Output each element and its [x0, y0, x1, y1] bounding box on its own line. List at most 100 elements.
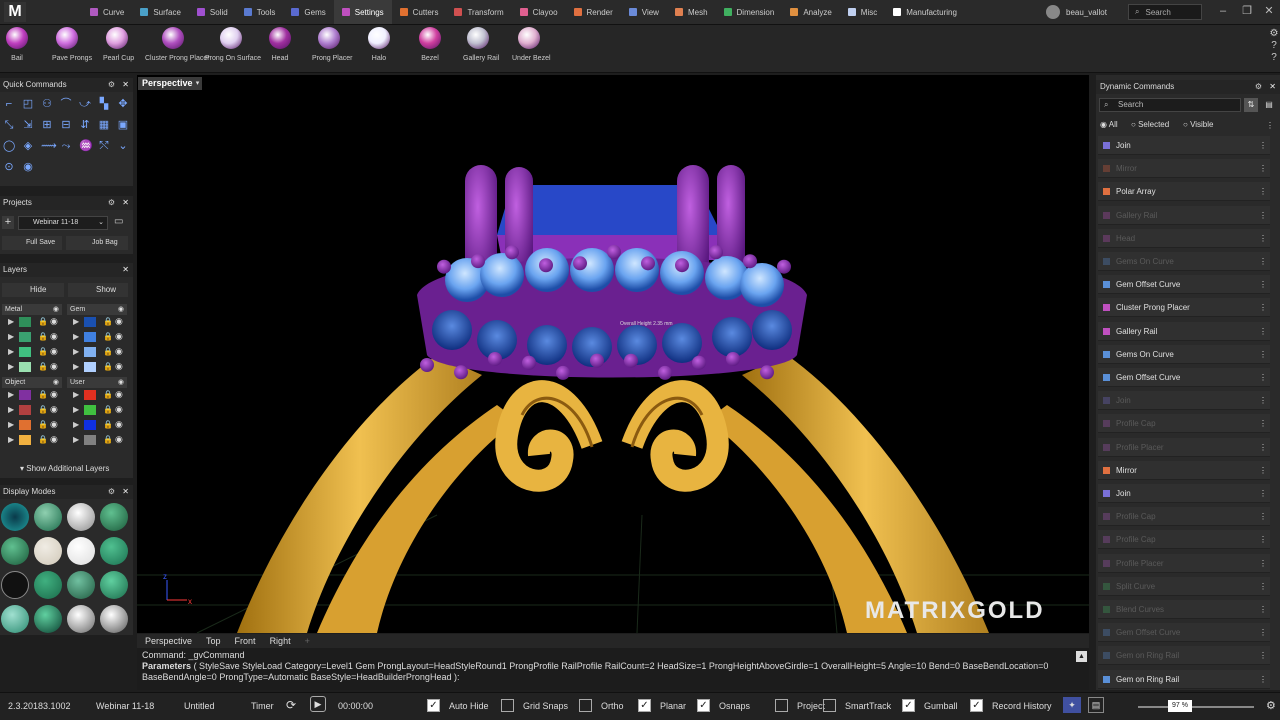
close-icon[interactable]: ✕ — [122, 485, 129, 499]
layer-row[interactable]: ▶ 🔒 ◉ — [67, 404, 129, 416]
expand-icon[interactable]: ▶ — [8, 405, 14, 414]
more-icon[interactable]: ⋮ — [1259, 623, 1267, 642]
expand-icon[interactable]: ▶ — [8, 390, 14, 399]
more-icon[interactable]: ⋮ — [1259, 530, 1267, 549]
lock-icon[interactable]: 🔒 — [103, 405, 113, 414]
dynamic-command-item[interactable]: Gem on Ring Rail ⋮ — [1098, 669, 1270, 689]
layer-color-swatch[interactable] — [19, 332, 31, 342]
lock-icon[interactable]: 🔒 — [38, 390, 48, 399]
layer-color-swatch[interactable] — [19, 435, 31, 445]
eye-icon[interactable]: ◉ — [115, 361, 123, 372]
viewport-tab-front[interactable]: Front — [235, 636, 256, 646]
folder-icon[interactable]: ▭ — [114, 216, 128, 229]
project-select[interactable]: Webinar 11-18 ⌄ — [18, 216, 108, 230]
quick-command-icon[interactable]: ⤲ — [98, 140, 110, 152]
search-box[interactable]: ⌕ Search — [1128, 4, 1202, 20]
more-icon[interactable]: ⋮ — [1259, 600, 1267, 619]
lock-icon[interactable]: 🔒 — [103, 332, 113, 341]
display-mode-swatch[interactable] — [1, 605, 29, 633]
layer-color-swatch[interactable] — [84, 362, 96, 372]
layer-row[interactable]: ▶ 🔒 ◉ — [67, 434, 129, 446]
full-save-button[interactable]: Full Save — [2, 236, 62, 250]
quick-command-icon[interactable]: ♒ — [79, 140, 93, 152]
expand-icon[interactable]: ▶ — [73, 405, 79, 414]
more-icon[interactable]: ⋮ — [1259, 136, 1267, 155]
quick-command-icon[interactable]: ⤡ — [3, 119, 15, 131]
project-checkbox[interactable] — [775, 699, 788, 712]
display-mode-swatch[interactable] — [1, 503, 29, 531]
gear-icon[interactable]: ⚙ — [108, 196, 115, 210]
prong-placer-button[interactable]: Prong Placer — [312, 27, 352, 71]
tab-analyze[interactable]: Analyze — [782, 0, 839, 24]
layer-row[interactable]: ▶ 🔒 ◉ — [2, 346, 64, 358]
viewport-tab-right[interactable]: Right — [270, 636, 291, 646]
lock-icon[interactable]: 🔒 — [103, 347, 113, 356]
head-button[interactable]: Head — [267, 27, 293, 71]
dynamic-search-input[interactable]: ⌕ Search — [1099, 98, 1241, 112]
tab-cutters[interactable]: Cutters — [392, 0, 447, 24]
tab-mesh[interactable]: Mesh — [667, 0, 716, 24]
grid-snaps-checkbox[interactable] — [501, 699, 514, 712]
layer-row[interactable]: ▶ 🔒 ◉ — [67, 346, 129, 358]
tab-settings[interactable]: Settings — [333, 0, 392, 24]
close-icon[interactable]: ✕ — [1269, 80, 1276, 94]
dynamic-command-item[interactable]: Polar Array ⋮ — [1098, 182, 1270, 202]
layer-group-header[interactable]: Gem ◉ — [67, 304, 127, 315]
gear-icon[interactable]: ⚙ — [108, 78, 115, 92]
eye-icon[interactable]: ◉ — [50, 361, 58, 372]
gear-icon[interactable]: ⚙ — [108, 485, 115, 499]
minimize-icon[interactable]: – — [1216, 4, 1230, 18]
gallery-rail-button[interactable]: Gallery Rail — [463, 27, 499, 71]
close-icon[interactable]: ✕ — [1262, 4, 1276, 18]
layer-color-swatch[interactable] — [84, 420, 96, 430]
more-icon[interactable]: ⋮ — [1259, 298, 1267, 317]
layer-row[interactable]: ▶ 🔒 ◉ — [2, 316, 64, 328]
eye-icon[interactable]: ◉ — [50, 419, 58, 430]
expand-icon[interactable]: ▶ — [73, 390, 79, 399]
quick-command-icon[interactable]: ◉ — [22, 161, 34, 173]
tab-surface[interactable]: Surface — [132, 0, 189, 24]
tab-gems[interactable]: Gems — [283, 0, 333, 24]
cluster-prong-placer-button[interactable]: Cluster Prong Placer — [145, 27, 210, 71]
quick-command-icon[interactable]: ⤳ — [60, 140, 72, 152]
more-icon[interactable]: ⋮ — [1259, 229, 1267, 248]
ortho-checkbox[interactable] — [579, 699, 592, 712]
dynamic-command-item[interactable]: Profile Placer ⋮ — [1098, 437, 1270, 457]
dynamic-command-item[interactable]: Gallery Rail ⋮ — [1098, 321, 1270, 341]
quick-command-icon[interactable]: ▦ — [98, 119, 110, 131]
display-mode-swatch[interactable] — [34, 537, 62, 565]
more-icon[interactable]: ⋮ — [1259, 322, 1267, 341]
lock-icon[interactable]: 🔒 — [103, 435, 113, 444]
eye-icon[interactable]: ◉ — [118, 304, 124, 315]
display-mode-swatch[interactable] — [67, 503, 95, 531]
tab-view[interactable]: View — [621, 0, 667, 24]
quick-command-icon[interactable]: ⌄ — [117, 140, 129, 152]
lock-icon[interactable]: 🔒 — [38, 347, 48, 356]
quick-command-icon[interactable]: ◈ — [22, 140, 34, 152]
quick-command-icon[interactable]: ⇵ — [79, 119, 91, 131]
dynamic-command-item[interactable]: Blend Curves ⋮ — [1098, 600, 1270, 619]
quick-command-icon[interactable]: ⊙ — [3, 161, 15, 173]
eye-icon[interactable]: ◉ — [50, 434, 58, 445]
viewport-tab-top[interactable]: Top — [206, 636, 221, 646]
dynamic-command-item[interactable]: Join ⋮ — [1098, 391, 1270, 411]
perspective-viewport[interactable]: z x Overall Height 2.35 mm MATRIXGOLD — [137, 75, 1089, 633]
more-icon[interactable]: ⋮ — [1259, 275, 1267, 294]
restore-icon[interactable]: ❐ — [1240, 4, 1254, 18]
dynamic-command-item[interactable]: Profile Placer ⋮ — [1098, 553, 1270, 573]
eye-icon[interactable]: ◉ — [50, 316, 58, 327]
layer-color-swatch[interactable] — [19, 390, 31, 400]
layer-row[interactable]: ▶ 🔒 ◉ — [2, 404, 64, 416]
eye-icon[interactable]: ◉ — [50, 389, 58, 400]
eye-icon[interactable]: ◉ — [115, 434, 123, 445]
job-bag-button[interactable]: Job Bag — [66, 236, 128, 250]
layer-row[interactable]: ▶ 🔒 ◉ — [67, 331, 129, 343]
hide-layers-button[interactable]: Hide — [2, 283, 64, 297]
more-icon[interactable]: ⋮ — [1259, 507, 1267, 526]
lock-icon[interactable]: 🔒 — [103, 420, 113, 429]
tab-manufacturing[interactable]: Manufacturing — [885, 0, 965, 24]
quick-command-icon[interactable]: ⟿ — [41, 140, 57, 152]
layer-color-swatch[interactable] — [84, 435, 96, 445]
dynamic-command-item[interactable]: Cluster Prong Placer ⋮ — [1098, 298, 1270, 318]
display-mode-swatch[interactable] — [1, 537, 29, 565]
